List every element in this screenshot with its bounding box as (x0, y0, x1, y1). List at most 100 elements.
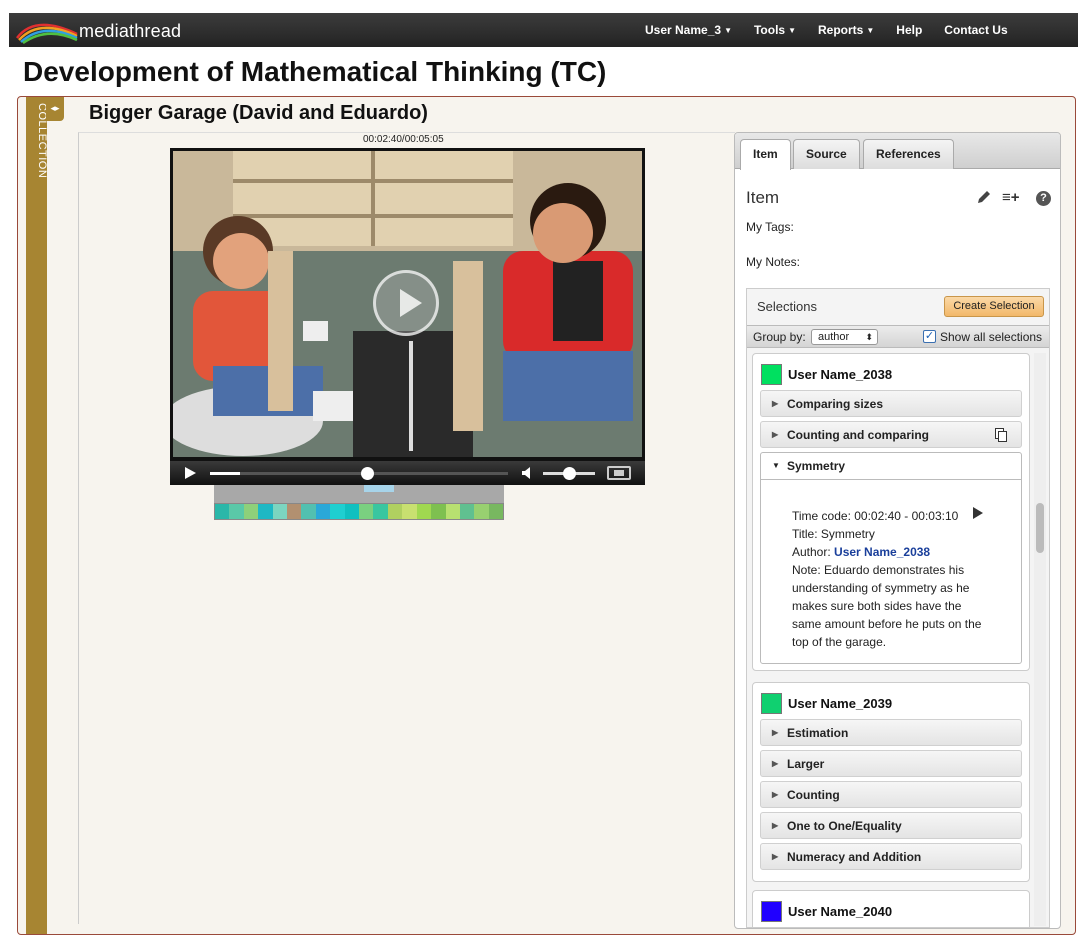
nav-contact-link[interactable]: Contact Us (944, 23, 1007, 37)
panel-heading: Item (746, 188, 780, 207)
color-strip-segment (488, 504, 504, 519)
my-notes-label: My Notes: (746, 255, 801, 269)
group-by-bar: Group by: author ✓ Show all selections (747, 325, 1049, 348)
volume-icon[interactable] (522, 467, 534, 479)
nav-reports-menu[interactable]: Reports ▼ (818, 23, 874, 37)
author-color-swatch (761, 693, 782, 714)
color-strip-segment (243, 504, 259, 519)
nav-tools-menu[interactable]: Tools ▼ (754, 23, 796, 37)
nav-help-link[interactable]: Help (896, 23, 922, 37)
item-title: Bigger Garage (David and Eduardo) (89, 102, 428, 124)
my-tags-label: My Tags: (746, 220, 794, 234)
play-icon[interactable] (185, 467, 196, 479)
annotation-note-line: same amount before he puts on the (792, 617, 982, 631)
color-strip-segment (229, 504, 244, 519)
annotation-row[interactable]: ▶ Larger (760, 750, 1022, 777)
color-strip-segment (474, 504, 489, 519)
page-title: Development of Mathematical Thinking (TC… (23, 56, 607, 87)
top-nav: User Name_3 ▼ Tools ▼ Reports ▼ Help Contac… (645, 13, 1030, 47)
color-strip-segment (416, 504, 432, 519)
chevron-right-icon: ▶ (772, 399, 779, 408)
author-name: User Name_2038 (788, 367, 893, 382)
volume-slider[interactable] (543, 467, 595, 480)
chevron-down-icon: ▼ (772, 461, 780, 470)
seek-buffered (210, 472, 240, 475)
scrollbar-thumb[interactable] (1036, 503, 1044, 553)
main-frame: COLLECTION ◂▸ Bigger Garage (David and E… (17, 96, 1076, 935)
group-by-select[interactable]: author (811, 329, 878, 345)
nav-reports-label: Reports (818, 23, 864, 37)
show-all-label[interactable]: Show all selections (940, 330, 1042, 344)
annotation-row-open[interactable]: ▼ Symmetry (761, 453, 1021, 480)
selections-scrollbar[interactable] (1034, 353, 1046, 926)
author-color-swatch (761, 364, 782, 385)
chevron-down-icon: ▼ (866, 26, 875, 35)
selections-box: Selections Create Selection Group by: au… (746, 288, 1050, 928)
play-icon[interactable] (973, 507, 983, 519)
pencil-icon[interactable] (976, 189, 992, 205)
color-strip-segment (359, 504, 374, 519)
annotation-row[interactable]: ▶ Counting (760, 781, 1022, 808)
collection-sidebar[interactable]: COLLECTION (26, 97, 48, 934)
annotation-label: One to One/Equality (787, 819, 902, 833)
chevron-down-icon: ▼ (788, 26, 797, 35)
annotation-note-line: understanding of symmetry as he (792, 581, 970, 595)
nav-user-menu[interactable]: User Name_3 ▼ (645, 23, 732, 37)
color-strip-segment (258, 504, 273, 519)
fullscreen-icon[interactable] (607, 466, 631, 480)
nav-tools-label: Tools (753, 23, 786, 37)
video-player[interactable] (170, 148, 645, 461)
create-selection-button[interactable]: Create Selection (944, 296, 1044, 317)
help-icon[interactable]: ? (1036, 191, 1051, 206)
seek-handle[interactable] (361, 467, 375, 480)
chevron-right-icon: ▶ (772, 852, 779, 861)
color-strip-segment (387, 504, 403, 519)
annotation-label: Counting and comparing (787, 428, 929, 442)
color-strip-segment (272, 504, 288, 519)
selections-list[interactable]: User Name_2038 ▶ Comparing sizes ▶ Count… (747, 349, 1049, 927)
color-strip-segment (287, 504, 302, 519)
annotation-label: Larger (787, 757, 825, 771)
annotation-row[interactable]: ▶ One to One/Equality (760, 812, 1022, 839)
annotation-label: Comparing sizes (787, 397, 884, 411)
add-to-list-icon[interactable]: ≡+ (1002, 189, 1020, 206)
annotation-author: Author: User Name_2038 (792, 543, 930, 561)
color-strip-segment (344, 504, 360, 519)
seek-bar[interactable] (210, 467, 508, 480)
mediathread-logo[interactable]: mediathread (15, 16, 190, 44)
annotation-author-prefix: Author: (792, 545, 835, 559)
color-strip-segment (431, 504, 446, 519)
tab-references[interactable]: References (863, 139, 954, 169)
chevron-right-icon: ▶ (772, 759, 779, 768)
color-strip-segment (445, 504, 460, 519)
clip-marker[interactable] (364, 485, 394, 492)
show-all-checkbox[interactable]: ✓ (923, 330, 936, 343)
annotation-row[interactable]: ▶ Counting and comparing (760, 421, 1022, 448)
double-arrow-icon[interactable]: ◂▸ (46, 97, 64, 121)
annotation-row[interactable]: ▶ Estimation (760, 719, 1022, 746)
author-link[interactable]: User Name_2038 (834, 545, 930, 559)
color-strip-segment (330, 504, 345, 519)
annotation-row[interactable]: ▶ Comparing sizes (760, 390, 1022, 417)
volume-handle[interactable] (563, 467, 576, 480)
chevron-right-icon: ▶ (772, 728, 779, 737)
tab-source[interactable]: Source (793, 139, 860, 169)
annotation-row[interactable]: ▶ Numeracy and Addition (760, 843, 1022, 870)
chevron-right-icon: ▶ (772, 821, 779, 830)
annotation-title: Title: Symmetry (792, 527, 875, 541)
tab-item[interactable]: Item (740, 139, 791, 170)
app-name: mediathread (79, 21, 182, 41)
color-strip-segment (373, 504, 388, 519)
selections-title: Selections (757, 299, 817, 314)
annotation-label: Counting (787, 788, 840, 802)
color-strip-segment (215, 504, 230, 519)
tab-bar: Item Source References (735, 133, 1060, 170)
author-name: User Name_2040 (788, 904, 893, 919)
annotation-label: Estimation (787, 726, 849, 740)
author-group: User Name_2039 ▶ Estimation ▶ Larger ▶ C… (752, 682, 1030, 882)
clip-strip[interactable] (214, 485, 504, 503)
copy-icon[interactable] (995, 428, 1007, 442)
annotation-timecode: Time code: 00:02:40 - 00:03:10 (792, 509, 959, 523)
play-overlay-icon[interactable] (373, 270, 439, 336)
video-timecode: 00:02:40/00:05:05 (363, 134, 444, 145)
